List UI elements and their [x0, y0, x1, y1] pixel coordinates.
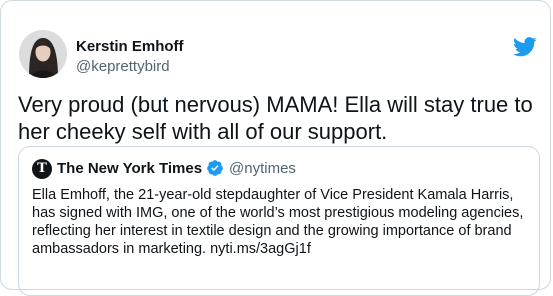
quoted-tweet-text: Ella Emhoff, the 21-year-old stepdaughte…: [32, 187, 524, 257]
profile-photo: [19, 30, 67, 78]
avatar[interactable]: [19, 30, 67, 78]
author-name[interactable]: Kerstin Emhoff: [76, 38, 184, 55]
verified-badge-icon: [207, 160, 223, 176]
quoted-tweet[interactable]: T The New York Times @nytimes Ella Emhof…: [18, 146, 540, 296]
quoted-author-handle: @nytimes: [229, 160, 296, 177]
author-handle[interactable]: @keprettybird: [76, 58, 170, 75]
nyt-logo-icon: T: [32, 159, 52, 179]
tweet-text: Very proud (but nervous) MAMA! Ella will…: [18, 92, 533, 144]
twitter-bird-icon[interactable]: [513, 37, 537, 57]
quoted-author-name: The New York Times: [57, 160, 203, 177]
tweet-card: Kerstin Emhoff @keprettybird Very proud …: [0, 0, 551, 296]
